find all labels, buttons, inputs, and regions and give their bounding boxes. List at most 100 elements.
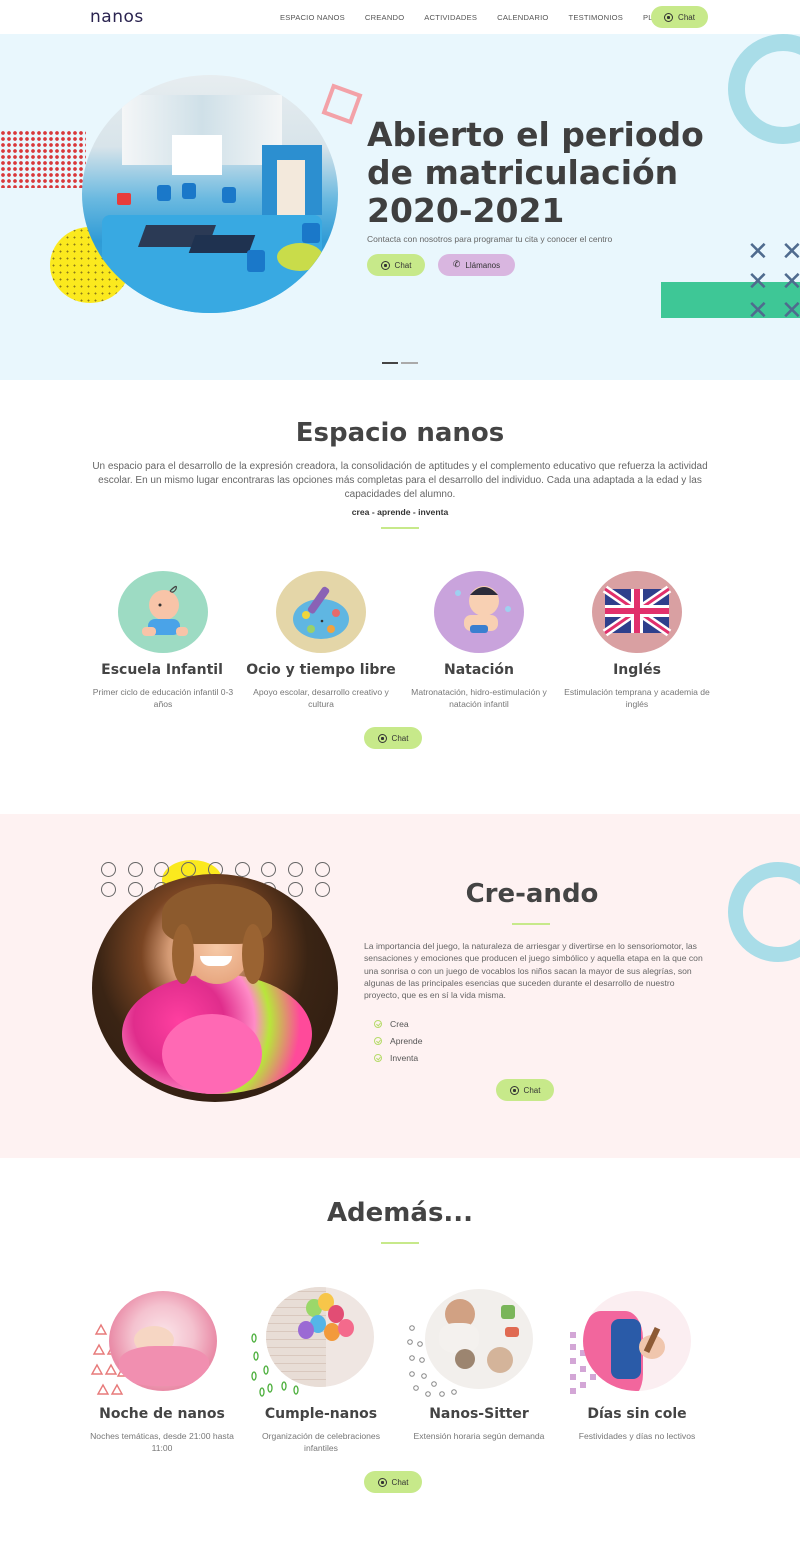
uk-flag-icon: [602, 585, 672, 637]
ring-decoration: [314, 882, 330, 897]
ademas-title: Además...: [326, 1198, 474, 1228]
list-item: Crea: [374, 1019, 409, 1029]
call-label: Llámanos: [465, 260, 501, 270]
header-chat-button[interactable]: Chat: [651, 6, 708, 28]
logo[interactable]: nanos: [90, 7, 144, 27]
header-chat-label: Chat: [678, 12, 695, 22]
check-circle-icon: [374, 1037, 382, 1045]
slider-dot-active[interactable]: [382, 362, 398, 364]
x-decoration: ✕: [747, 267, 769, 297]
nav-item-calendario[interactable]: CALENDARIO: [487, 13, 558, 22]
pink-square-decoration: [321, 83, 363, 125]
slider-dot[interactable]: [401, 362, 418, 364]
card-title: Días sin cole: [587, 1406, 687, 1422]
espacio-chat-button[interactable]: Chat: [364, 727, 422, 749]
child-photo: [92, 874, 338, 1102]
main-nav: ESPACIO NANOS CREANDO ACTIVIDADES CALEND…: [270, 0, 684, 34]
ring-decoration: [261, 862, 277, 877]
nav-item-testimonios[interactable]: TESTIMONIOS: [559, 13, 634, 22]
ademas-chat-label: Chat: [391, 1477, 409, 1487]
ademas-chat-button[interactable]: Chat: [364, 1471, 422, 1493]
hero-title: Abierto el periodo de matriculación 2020…: [367, 115, 704, 230]
call-button[interactable]: ✆ Llámanos: [438, 254, 515, 276]
list-item-label: Inventa: [390, 1053, 419, 1063]
nav-item-creando[interactable]: CREANDO: [355, 13, 414, 22]
phone-icon: ✆: [452, 260, 461, 270]
card-title: Cumple-nanos: [264, 1406, 378, 1422]
whatsapp-icon: [377, 1477, 387, 1487]
hero-section: ✕ ✕ ✕ ✕ ✕ ✕ Abierto el periodo de matric…: [0, 34, 800, 380]
card-title: Ocio y tiempo libre: [246, 662, 396, 678]
ring-decoration: [314, 862, 330, 877]
creando-description: La importancia del juego, la naturaleza …: [364, 941, 703, 1001]
paint-palette-icon: [293, 586, 349, 639]
dias-sin-cole-photo: [583, 1291, 691, 1391]
swimming-baby-icon: [455, 586, 511, 633]
hero-chat-button[interactable]: Chat: [367, 254, 425, 276]
ocio-image: [276, 571, 366, 653]
nav-item-actividades[interactable]: ACTIVIDADES: [414, 13, 487, 22]
x-decoration: ✕: [781, 267, 800, 297]
card-description: Festividades y días no lectivos: [578, 1431, 696, 1441]
title-underline: [381, 527, 419, 529]
creando-chat-button[interactable]: Chat: [496, 1079, 554, 1101]
card-title: Escuela Infantil: [101, 662, 223, 678]
espacio-description: Un espacio para el desarrollo de la expr…: [92, 461, 708, 500]
ingles-image: [592, 571, 682, 653]
list-item: Inventa: [374, 1053, 418, 1063]
card-description: Extensión horaria según demanda: [413, 1431, 545, 1441]
ring-decoration: [127, 862, 143, 877]
title-underline: [381, 1242, 419, 1244]
title-underline: [512, 923, 550, 925]
x-decoration: ✕: [747, 237, 769, 267]
card-description: Noches temáticas, desde 21:00 hasta 11:0…: [90, 1431, 234, 1453]
list-item-label: Crea: [390, 1019, 409, 1029]
card-title: Inglés: [613, 662, 661, 678]
card-title: Noche de nanos: [99, 1406, 225, 1422]
espacio-tagline: crea - aprende - inventa: [351, 507, 449, 517]
card-description: Organización de celebraciones infantiles: [262, 1431, 380, 1453]
whatsapp-icon: [377, 733, 387, 743]
site-header: nanos ESPACIO NANOS CREANDO ACTIVIDADES …: [0, 0, 800, 34]
ring-decoration: [127, 882, 143, 897]
x-decoration: ✕: [747, 296, 769, 326]
x-decoration: ✕: [781, 237, 800, 267]
blue-ring-decoration: [728, 862, 800, 962]
natacion-image: [434, 571, 524, 653]
ring-decoration: [287, 862, 303, 877]
noche-de-nanos-photo: [109, 1291, 217, 1391]
card-description: Estimulación temprana y academia de ingl…: [564, 687, 710, 709]
card-title: Natación: [444, 662, 514, 678]
whatsapp-icon: [664, 12, 674, 22]
card-description: Apoyo escolar, desarrollo creativo y cul…: [253, 687, 389, 709]
ring-decoration: [287, 882, 303, 897]
whatsapp-icon: [380, 260, 390, 270]
hero-chat-label: Chat: [394, 260, 412, 270]
escuela-infantil-image: [118, 571, 208, 653]
red-dots-decoration: [0, 130, 86, 188]
baby-icon: [142, 585, 188, 636]
creando-title: Cre-ando: [465, 879, 599, 909]
ring-decoration: [234, 862, 250, 877]
list-item-label: Aprende: [390, 1036, 423, 1046]
hero-subtitle: Contacta con nosotros para programar tu …: [367, 234, 613, 244]
check-circle-icon: [374, 1020, 382, 1028]
creando-section: Cre-ando La importancia del juego, la na…: [0, 814, 800, 1158]
classroom-photo: [82, 75, 338, 313]
card-description: Matronatación, hidro-estimulación y nata…: [411, 687, 547, 709]
creando-chat-label: Chat: [523, 1085, 541, 1095]
nanos-sitter-photo: [425, 1289, 533, 1389]
cumple-nanos-photo: [266, 1287, 374, 1387]
list-item: Aprende: [374, 1036, 423, 1046]
card-title: Nanos-Sitter: [429, 1406, 529, 1422]
green-bar-decoration: [661, 282, 800, 318]
ring-decoration: [101, 862, 116, 877]
blue-ring-decoration: [728, 34, 800, 144]
check-circle-icon: [374, 1054, 382, 1062]
whatsapp-icon: [509, 1085, 519, 1095]
x-decoration: ✕: [781, 296, 800, 326]
nav-item-espacio-nanos[interactable]: ESPACIO NANOS: [270, 13, 355, 22]
espacio-title: Espacio nanos: [295, 418, 505, 448]
card-description: Primer ciclo de educación infantil 0-3 a…: [92, 687, 234, 709]
espacio-chat-label: Chat: [391, 733, 409, 743]
